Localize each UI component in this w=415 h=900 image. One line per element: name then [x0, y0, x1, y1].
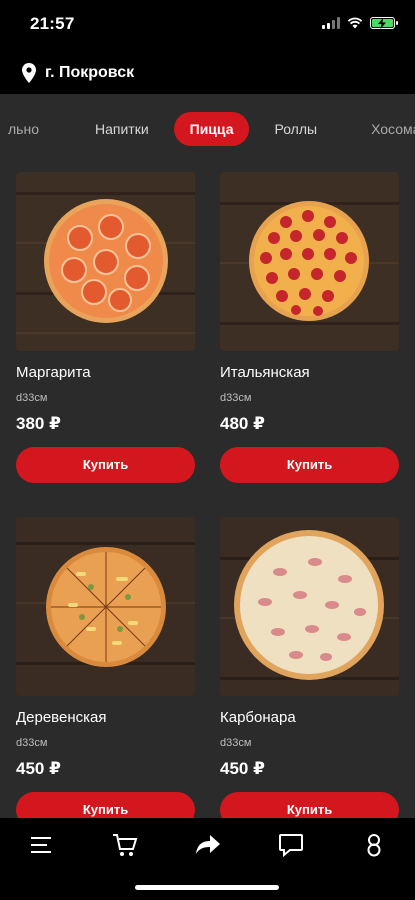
- status-bar: 21:57: [0, 0, 415, 52]
- profile-icon[interactable]: [359, 830, 389, 860]
- buy-button[interactable]: Купить: [220, 447, 399, 483]
- product-card[interactable]: Карбонара d33см 450 ₽ Купить: [220, 517, 399, 828]
- tab-partial-left[interactable]: льно: [0, 112, 55, 146]
- product-image-margherita[interactable]: [16, 172, 195, 351]
- product-size: d33см: [16, 737, 48, 749]
- cart-icon[interactable]: [110, 830, 140, 860]
- status-icons: [322, 17, 398, 29]
- location-pin-icon: [22, 63, 36, 83]
- product-price: 480 ₽: [220, 414, 265, 433]
- product-price: 450 ₽: [220, 759, 265, 778]
- product-size: d33см: [16, 392, 48, 404]
- tab-rolls[interactable]: Роллы: [258, 112, 333, 146]
- product-image-carbonara[interactable]: [220, 517, 399, 696]
- tab-drinks[interactable]: Напитки: [79, 112, 165, 146]
- buy-button[interactable]: Купить: [16, 447, 195, 483]
- share-icon[interactable]: [193, 830, 223, 860]
- product-price: 380 ₽: [16, 414, 61, 433]
- product-size: d33см: [220, 737, 252, 749]
- chat-icon[interactable]: [276, 830, 306, 860]
- location-bar[interactable]: г. Покровск: [0, 52, 415, 94]
- home-indicator: [135, 885, 279, 890]
- product-name: Карбонара: [220, 709, 296, 726]
- product-image-country[interactable]: [16, 517, 195, 696]
- product-card[interactable]: Маргарита d33см 380 ₽ Купить: [16, 172, 195, 483]
- cellular-signal-icon: [322, 17, 340, 29]
- product-name: Маргарита: [16, 364, 91, 381]
- battery-icon: [370, 17, 398, 29]
- tab-hosomaki[interactable]: Хосома: [355, 112, 415, 146]
- product-size: d33см: [220, 392, 252, 404]
- category-tabs[interactable]: льно Напитки Пицца Роллы Хосома: [0, 94, 415, 164]
- tab-pizza[interactable]: Пицца: [173, 112, 250, 146]
- product-card[interactable]: Итальянская d33см 480 ₽ Купить: [220, 172, 399, 483]
- product-image-italian[interactable]: [220, 172, 399, 351]
- city-label: г. Покровск: [45, 64, 135, 81]
- menu-icon[interactable]: [27, 830, 57, 860]
- product-price: 450 ₽: [16, 759, 61, 778]
- status-time: 21:57: [30, 14, 75, 33]
- wifi-icon: [347, 17, 363, 29]
- product-name: Итальянская: [220, 364, 310, 381]
- product-card[interactable]: Деревенская d33см 450 ₽ Купить: [16, 517, 195, 828]
- product-name: Деревенская: [16, 709, 107, 726]
